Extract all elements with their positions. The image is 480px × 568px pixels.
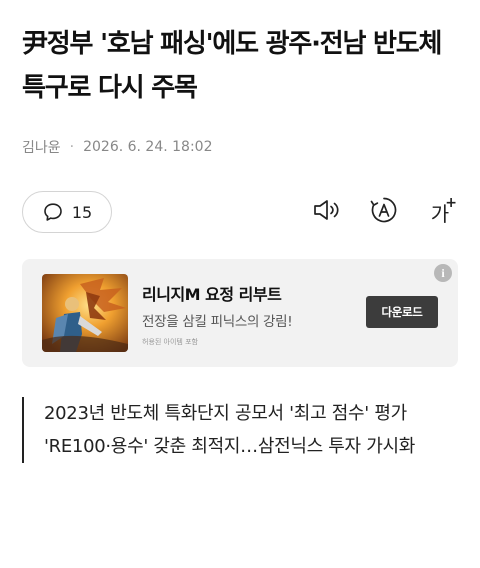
ad-banner[interactable]: 리니지M 요정 리부트 전장을 삼킬 피닉스의 강림! 허용된 아이템 포함 다… [22, 259, 458, 367]
summary-line: 'RE100·용수' 갖춘 최적지…삼전닉스 투자 가시화 [44, 436, 415, 457]
author-name[interactable]: 김나윤 [22, 137, 61, 157]
publish-datetime: 2026. 6. 24. 18:02 [83, 139, 213, 155]
article-summary: 2023년 반도체 특화단지 공모서 '최고 점수' 평가 'RE100·용수'… [22, 397, 460, 463]
speech-bubble-icon [42, 201, 64, 223]
ad-thumbnail [42, 274, 128, 352]
comment-count: 15 [71, 202, 93, 222]
translate-button[interactable] [366, 194, 402, 230]
byline: 김나윤 · 2026. 6. 24. 18:02 [22, 137, 213, 157]
byline-separator: · [69, 139, 75, 155]
ad-fine-print: 허용된 아이템 포함 [142, 338, 198, 346]
article-tools: 가 + [310, 193, 458, 231]
ad-download-button[interactable]: 다운로드 [366, 296, 438, 328]
summary-line: 2023년 반도체 특화단지 공모서 '최고 점수' 평가 [44, 403, 407, 424]
speaker-icon [312, 197, 344, 227]
listen-button[interactable] [310, 194, 346, 230]
comment-button[interactable]: 15 [22, 191, 112, 233]
font-plus-icon: + [445, 195, 457, 211]
font-size-button[interactable]: 가 + [422, 194, 458, 230]
ad-title: 리니지M 요정 리부트 [142, 285, 282, 304]
article-headline: 尹정부 '호남 패싱'에도 광주·전남 반도체 특구로 다시 주목 [22, 29, 442, 103]
translate-icon [369, 195, 399, 229]
ad-info-icon[interactable]: i [434, 264, 452, 282]
ad-description: 전장을 삼킬 피닉스의 강림! [142, 314, 293, 330]
